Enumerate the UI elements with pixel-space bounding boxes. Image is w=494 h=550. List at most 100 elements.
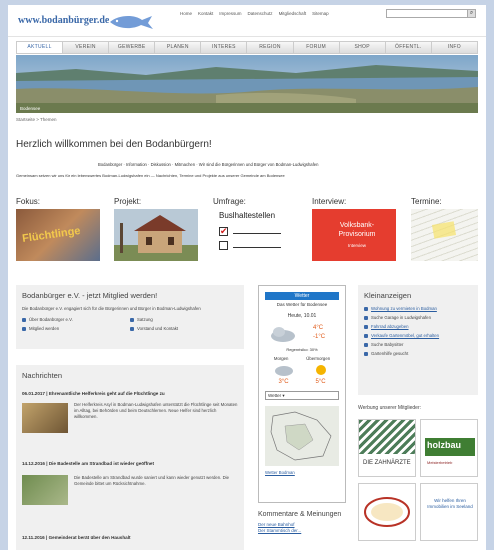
tile-fokus[interactable]: Fokus: Flüchtlinge — [16, 197, 100, 261]
member-link[interactable]: Mitglied werden — [29, 326, 59, 331]
main-nav: AKTUELL VEREIN GEWERBE PLANEN INTERES RE… — [16, 41, 478, 54]
tile-title: Fokus: — [16, 197, 41, 206]
news-headline[interactable]: 06.01.2017 | Ehrenamtliche Helferkreis g… — [22, 391, 238, 396]
sponsor-ad[interactable] — [358, 483, 416, 541]
weather-day-icons — [265, 363, 339, 377]
sponsors-title: Werbung unserer Mitglieder: — [358, 405, 421, 411]
comments-title: Kommentare & Meinungen — [258, 511, 342, 518]
sponsor-text: Wir helfen Ihren Immobilien im Seeland — [427, 498, 473, 509]
cloud-icon — [274, 366, 293, 376]
weather-day: Morgen — [273, 356, 289, 361]
news-headline[interactable]: 14.12.2016 | Die Badestelle am Strandbad… — [22, 461, 238, 466]
nav-item[interactable]: SHOP — [340, 42, 386, 53]
member-link[interactable]: Vorstand und Kontakt — [137, 326, 178, 331]
checkbox-icon: ✔ — [219, 226, 228, 236]
nav-item[interactable]: ÖFFENTL. — [386, 42, 432, 53]
search-icon: ⌕ — [469, 10, 474, 16]
fish-logo-icon — [110, 16, 153, 29]
checkbox-icon — [219, 241, 228, 250]
weather-location: Das Wetter für Bodensee — [276, 302, 328, 307]
nav-item[interactable]: AKTUELL — [17, 42, 64, 53]
top-link[interactable]: Datenschutz — [248, 11, 273, 16]
top-link[interactable]: Mitgliedschaft — [279, 11, 307, 16]
sponsor-ad[interactable]: DIE ZAHNÄRZTE — [358, 419, 416, 477]
tile-umfrage[interactable]: Umfrage: Buslhaltestellen ✔ — [213, 197, 297, 261]
nav-item[interactable]: INTERES — [201, 42, 248, 53]
bullet-icon — [364, 351, 368, 356]
bullet-icon — [364, 315, 368, 320]
weather-today: 4°C -1°C — [265, 323, 339, 347]
weather-footer-link[interactable]: Wetter Bodman — [265, 470, 339, 475]
member-link[interactable]: Satzung — [137, 317, 153, 322]
sponsor-seal-icon — [364, 497, 410, 527]
tile-image — [411, 209, 478, 261]
top-links: Home Kontakt Impressum Datenschutz Mitgl… — [180, 11, 329, 16]
member-intro: Die Bodanbürger e.V. engagiert sich für … — [22, 306, 201, 311]
sponsor-ad[interactable]: holzbau Meisterbetrieb — [420, 419, 478, 477]
top-link[interactable]: Impressum — [219, 11, 241, 16]
bullet-icon — [22, 317, 26, 322]
classifieds-box: Kleinanzeigen Wohnung zu vermieten in Bo… — [358, 285, 478, 395]
top-link[interactable]: Home — [180, 11, 192, 16]
weather-header: Wetter — [265, 292, 339, 300]
intro-line: Gemeinsam setzen wir uns für ein lebensw… — [16, 173, 285, 178]
top-link[interactable]: Kontakt — [198, 11, 213, 16]
tile-interview[interactable]: Interview: Volksbank-Provisorium Intervi… — [312, 197, 396, 261]
tile-title: Interview: — [312, 197, 347, 206]
classified-link[interactable]: Wohnung zu vermieten in Bodman — [371, 306, 437, 311]
news-thumbnail[interactable] — [22, 403, 68, 433]
weather-map[interactable] — [265, 406, 339, 466]
answer-line — [233, 233, 281, 234]
comment-link[interactable]: Der neue Bahnhof — [258, 522, 346, 527]
news-headline[interactable]: 12.11.2016 | Gemeinderat berät über den … — [22, 535, 238, 540]
tile-termine[interactable]: Termine: — [411, 197, 478, 261]
nav-item[interactable]: REGION — [247, 42, 294, 53]
classified-link[interactable]: Verkaufe Gartenmöbel, gut erhalten — [371, 333, 439, 338]
tile-image-text: Volksbank-Provisorium — [338, 222, 376, 238]
bullet-icon — [22, 326, 26, 331]
nav-item[interactable]: PLANEN — [155, 42, 202, 53]
classified-link[interactable]: Suche Babysitter — [371, 342, 403, 347]
bullet-icon — [364, 324, 368, 329]
classifieds-title: Kleinanzeigen — [364, 291, 412, 300]
weather-precip: Regenrisiko: 30% — [286, 347, 318, 352]
tile-image: Flüchtlinge — [16, 209, 100, 261]
sponsor-name: holzbau — [427, 440, 461, 450]
news-thumbnail[interactable] — [22, 475, 68, 505]
search-button[interactable]: ⌕ — [467, 9, 476, 18]
site-logo[interactable]: www.bodanbürger.de — [18, 15, 109, 26]
search-input[interactable] — [386, 9, 476, 18]
sponsors-box: Werbung unserer Mitglieder: DIE ZAHNÄRZT… — [358, 405, 478, 550]
news-box: Nachrichten 06.01.2017 | Ehrenamtliche H… — [16, 365, 244, 550]
weather-days: Morgen Übermorgen — [265, 356, 339, 361]
answer-line — [233, 247, 281, 248]
top-link[interactable]: Sitemap — [312, 11, 329, 16]
sponsor-text: Meisterbetrieb — [427, 460, 453, 465]
sponsor-stripes — [359, 420, 415, 454]
nav-item[interactable]: GEWERBE — [109, 42, 156, 53]
tile-image — [114, 209, 198, 261]
bullet-icon — [130, 326, 134, 331]
classified-link[interactable]: Gartenhilfe gesucht — [371, 351, 408, 356]
tile-image-subtext: Interview — [347, 243, 366, 248]
news-text: Der Helferkreis Asyl in Bodman-Ludwigsha… — [74, 402, 238, 419]
sponsor-name: DIE ZAHNÄRZTE — [363, 460, 411, 466]
classified-link[interactable]: Suche Garage in Ludwigshafen — [371, 315, 431, 320]
weather-select[interactable]: Wetter ▾ — [265, 391, 339, 400]
nav-item[interactable]: INFO — [432, 42, 477, 53]
calendar-highlight — [431, 221, 457, 239]
bullet-icon — [364, 342, 368, 347]
sponsor-ad[interactable]: Wir helfen Ihren Immobilien im Seeland — [420, 483, 478, 541]
temp-high: 4°C — [313, 325, 324, 331]
tile-image: Buslhaltestellen ✔ — [213, 209, 297, 261]
weather-day: Übermorgen — [306, 356, 331, 361]
comment-link[interactable]: Der Stammtisch der... — [258, 528, 346, 533]
tile-projekt[interactable]: Projekt: — [114, 197, 198, 261]
nav-item[interactable]: FORUM — [294, 42, 340, 53]
classified-link[interactable]: Fahrrad abzugeben — [371, 324, 409, 329]
intro-line: Bodanbürger · Information · Diskussion ·… — [98, 162, 319, 167]
nav-item[interactable]: VEREIN — [63, 42, 110, 53]
page-title: Herzlich willkommen bei den Bodanbürgern… — [16, 139, 212, 150]
weather-date: Heute, 10.01 — [287, 313, 317, 319]
member-link[interactable]: Über Bodanbürger e.V. — [29, 317, 73, 322]
